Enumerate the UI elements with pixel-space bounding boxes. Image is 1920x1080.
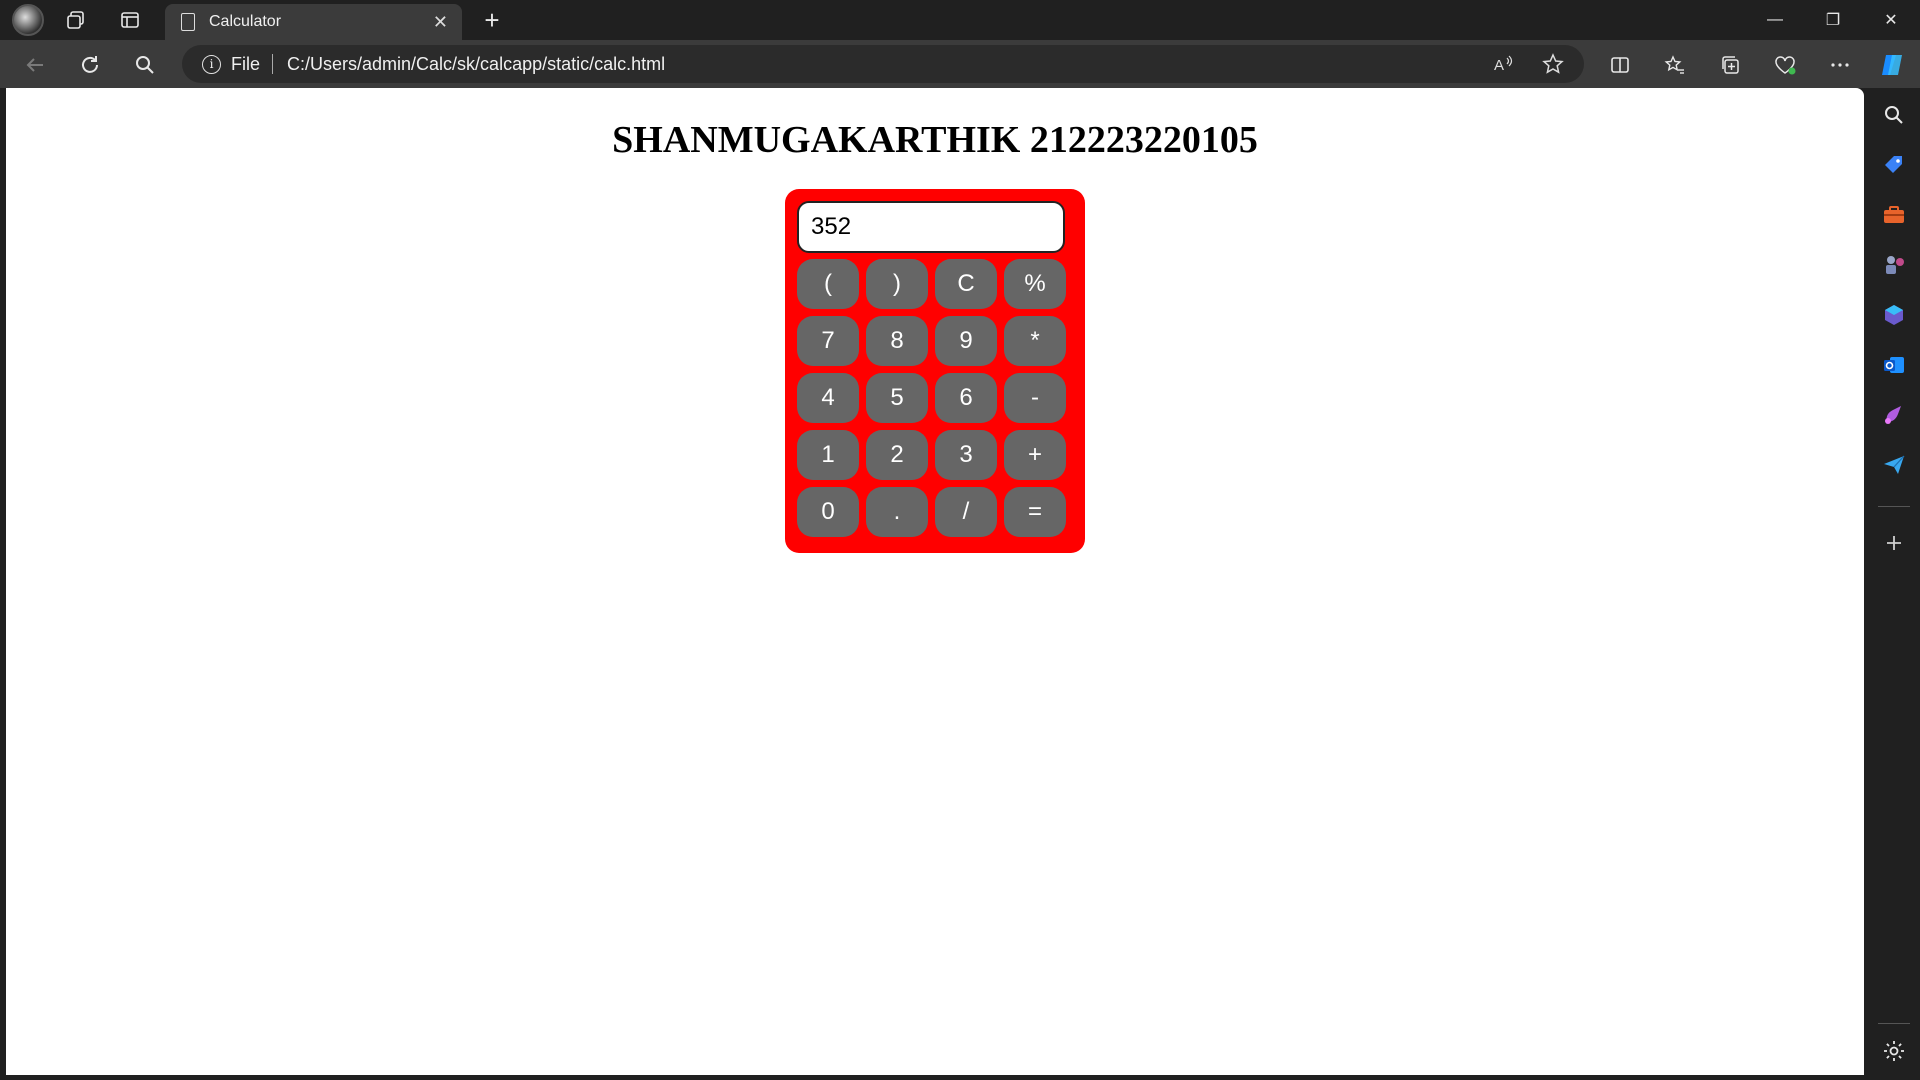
restore-icon[interactable]: ❐	[1810, 6, 1856, 34]
sidebar-divider-bottom	[1878, 1023, 1910, 1024]
key-percent[interactable]: %	[1004, 259, 1066, 309]
designer-icon[interactable]	[1881, 402, 1907, 428]
site-info-icon[interactable]: i	[202, 54, 221, 74]
split-screen-icon[interactable]	[1605, 50, 1635, 80]
more-options-icon[interactable]	[1825, 50, 1855, 80]
key-subtract[interactable]: -	[1004, 373, 1066, 423]
edge-sidebar	[1868, 88, 1920, 1080]
browser-essentials-icon[interactable]	[1770, 50, 1800, 80]
key-open-paren[interactable]: (	[797, 259, 859, 309]
key-close-paren[interactable]: )	[866, 259, 928, 309]
key-2[interactable]: 2	[866, 430, 928, 480]
back-icon[interactable]	[20, 50, 50, 80]
key-equals[interactable]: =	[1004, 487, 1066, 537]
microsoft-365-icon[interactable]	[1881, 302, 1907, 328]
tab-calculator[interactable]: Calculator ✕	[165, 4, 462, 40]
add-sidebar-app-icon[interactable]	[1881, 530, 1907, 556]
search-icon[interactable]	[130, 50, 160, 80]
key-8[interactable]: 8	[866, 316, 928, 366]
profile-avatar[interactable]	[12, 4, 44, 36]
shopping-tag-icon[interactable]	[1881, 152, 1907, 178]
key-7[interactable]: 7	[797, 316, 859, 366]
sidebar-divider	[1878, 506, 1910, 507]
key-1[interactable]: 1	[797, 430, 859, 480]
address-prefix: File	[231, 53, 261, 74]
key-9[interactable]: 9	[935, 316, 997, 366]
tab-title: Calculator	[209, 13, 282, 30]
tools-briefcase-icon[interactable]	[1881, 202, 1907, 228]
svg-text:A: A	[1494, 57, 1504, 74]
key-0[interactable]: 0	[797, 487, 859, 537]
copilot-icon[interactable]	[1877, 50, 1907, 80]
key-clear[interactable]: C	[935, 259, 997, 309]
key-3[interactable]: 3	[935, 430, 997, 480]
tab-close-icon[interactable]: ✕	[433, 12, 448, 33]
calculator-display[interactable]: 352	[797, 201, 1065, 253]
collections-icon[interactable]	[1715, 50, 1745, 80]
vertical-tabs-icon[interactable]	[116, 6, 144, 34]
favorite-star-icon[interactable]	[1542, 45, 1564, 83]
key-5[interactable]: 5	[866, 373, 928, 423]
key-decimal[interactable]: .	[866, 487, 928, 537]
outlook-icon[interactable]	[1881, 352, 1907, 378]
navigation-bar: i File C:/Users/admin/Calc/sk/calcapp/st…	[0, 40, 1920, 88]
minimize-icon[interactable]: —	[1752, 6, 1798, 34]
key-6[interactable]: 6	[935, 373, 997, 423]
page-viewport: SHANMUGAKARTHIK 212223220105 352 ( ) C %…	[6, 88, 1864, 1075]
sidebar-search-icon[interactable]	[1881, 102, 1907, 128]
read-aloud-icon[interactable]: A	[1492, 45, 1514, 83]
key-4[interactable]: 4	[797, 373, 859, 423]
key-multiply[interactable]: *	[1004, 316, 1066, 366]
favorites-icon[interactable]	[1660, 50, 1690, 80]
refresh-icon[interactable]	[75, 50, 105, 80]
calculator: 352 ( ) C % 7 8 9 * 4 5 6 - 1 2 3 + 0 . …	[785, 189, 1085, 553]
close-window-icon[interactable]: ✕	[1868, 6, 1914, 34]
send-icon[interactable]	[1881, 452, 1907, 478]
games-icon[interactable]	[1881, 252, 1907, 278]
sidebar-settings-gear-icon[interactable]	[1881, 1038, 1907, 1064]
calculator-keypad: ( ) C % 7 8 9 * 4 5 6 - 1 2 3 + 0 . / =	[797, 259, 1066, 537]
address-bar[interactable]: i File C:/Users/admin/Calc/sk/calcapp/st…	[182, 45, 1584, 83]
url-text[interactable]: C:/Users/admin/Calc/sk/calcapp/static/ca…	[287, 54, 665, 75]
document-icon	[181, 13, 195, 31]
key-divide[interactable]: /	[935, 487, 997, 537]
page-heading: SHANMUGAKARTHIK 212223220105	[612, 119, 1258, 161]
address-separator	[272, 54, 274, 74]
key-add[interactable]: +	[1004, 430, 1066, 480]
workspaces-icon[interactable]	[62, 6, 90, 34]
browser-titlebar: Calculator ✕ + — ❐ ✕	[0, 0, 1920, 40]
new-tab-icon[interactable]: +	[478, 5, 506, 35]
